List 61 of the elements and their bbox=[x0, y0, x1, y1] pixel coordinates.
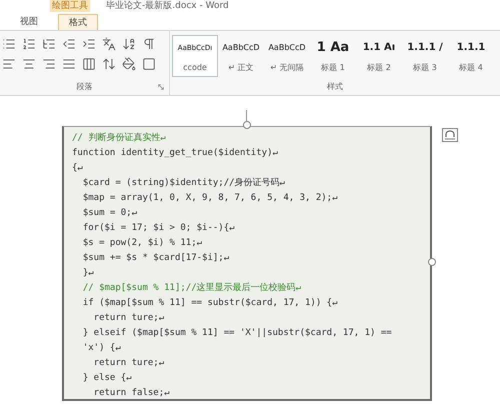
decrease-indent-icon[interactable] bbox=[62, 37, 76, 51]
window-title: 毕业论文-最新版.docx - Word bbox=[106, 0, 229, 12]
style-preview: 1.1 Aı bbox=[362, 41, 396, 55]
style-preview: 1.1.1 / bbox=[407, 41, 443, 55]
style-gallery-item[interactable]: 1.1 Aı 标题 2 bbox=[356, 35, 402, 77]
dialog-launcher-icon[interactable] bbox=[157, 83, 165, 91]
context-tab-label: 绘图工具 bbox=[50, 0, 90, 12]
ribbon-tab[interactable]: 视图 bbox=[14, 14, 44, 30]
paragraph-mark-icon[interactable] bbox=[142, 37, 156, 51]
style-name: 标题 4 bbox=[459, 62, 483, 74]
style-preview: 1 Aa bbox=[316, 39, 350, 57]
code-line: return ture;↵ bbox=[92, 312, 166, 325]
style-name: 标题 3 bbox=[413, 62, 437, 74]
style-name: ↵ 无间隔 bbox=[270, 62, 304, 74]
style-gallery-item[interactable]: AaBbCcD ↵ 正文 bbox=[218, 35, 264, 77]
code-line: for($i = 17; $i > 0; $i--){↵ bbox=[82, 222, 236, 235]
style-gallery-item[interactable]: 1 Aa 标题 1 bbox=[310, 35, 356, 77]
line-spacing-icon[interactable] bbox=[102, 57, 116, 71]
code-line: $map = array(1, 0, X, 9, 8, 7, 6, 5, 4, 3, 2);↵ bbox=[82, 192, 339, 205]
code-line: $sum = 0;↵ bbox=[82, 207, 138, 220]
align-left-icon[interactable] bbox=[2, 57, 16, 71]
code-line: }↵ bbox=[82, 267, 95, 280]
code-line: $sum += $s * $card[17-$i];↵ bbox=[82, 252, 230, 265]
style-name: ↵ 正文 bbox=[228, 62, 254, 74]
style-name: ccode bbox=[183, 62, 207, 74]
style-gallery-item[interactable]: 1.1.1 标题 4 bbox=[448, 35, 494, 77]
multilevel-list-icon[interactable] bbox=[42, 37, 56, 51]
borders-icon[interactable] bbox=[142, 57, 156, 71]
style-gallery-item[interactable]: AaBbCcD ↵ 无间隔 bbox=[264, 35, 310, 77]
resize-handle[interactable] bbox=[243, 121, 251, 129]
style-preview: AaBbCcD bbox=[268, 42, 306, 54]
align-center-icon[interactable] bbox=[22, 57, 36, 71]
numbered-list-icon[interactable] bbox=[22, 37, 36, 51]
group-label: 样式 bbox=[327, 81, 343, 93]
code-line: } else {↵ bbox=[82, 372, 133, 385]
shading-icon[interactable] bbox=[122, 57, 136, 71]
justify-icon[interactable] bbox=[62, 57, 76, 71]
sort-icon[interactable] bbox=[122, 37, 136, 51]
code-line: return ture;↵ bbox=[92, 357, 166, 370]
rotate-line bbox=[246, 110, 247, 121]
code-line: if ($map[$sum % 11] == substr($card, 17, 1)) {↵ bbox=[82, 297, 339, 310]
code-comment: // 判断身份证真实性↵ bbox=[72, 132, 167, 145]
code-line: return false;↵ bbox=[92, 387, 171, 400]
group-label: 段落 bbox=[76, 81, 92, 93]
code-line: 'x') {↵ bbox=[82, 342, 122, 355]
code-line: function identity_get_true($identity)↵ bbox=[72, 147, 279, 160]
increase-indent-icon[interactable] bbox=[82, 37, 96, 51]
resize-handle[interactable] bbox=[428, 258, 436, 266]
style-gallery-item[interactable]: 1.1.1 / 标题 3 bbox=[402, 35, 448, 77]
code-line: } elseif ($map[$sum % 11] == 'X'||substr($card, 17, 1) == bbox=[82, 327, 393, 340]
style-preview: AaBbCcD bbox=[222, 42, 260, 54]
style-name: 标题 1 bbox=[321, 62, 345, 74]
align-right-icon[interactable] bbox=[42, 57, 56, 71]
style-preview: 1.1.1 bbox=[456, 41, 486, 55]
code-line: $card = (string)$identity;//身份证号码↵ bbox=[82, 176, 286, 190]
layout-options-icon[interactable] bbox=[442, 128, 458, 142]
style-name: 标题 2 bbox=[367, 62, 391, 74]
code-line: $s = pow(2, $i) % 11;↵ bbox=[82, 237, 204, 250]
code-comment: // $map[$sum % 11];//这里显示最后一位校验码↵ bbox=[82, 282, 302, 295]
code-line: {↵ bbox=[72, 162, 84, 175]
ribbon-tab[interactable]: 格式 bbox=[58, 14, 98, 30]
